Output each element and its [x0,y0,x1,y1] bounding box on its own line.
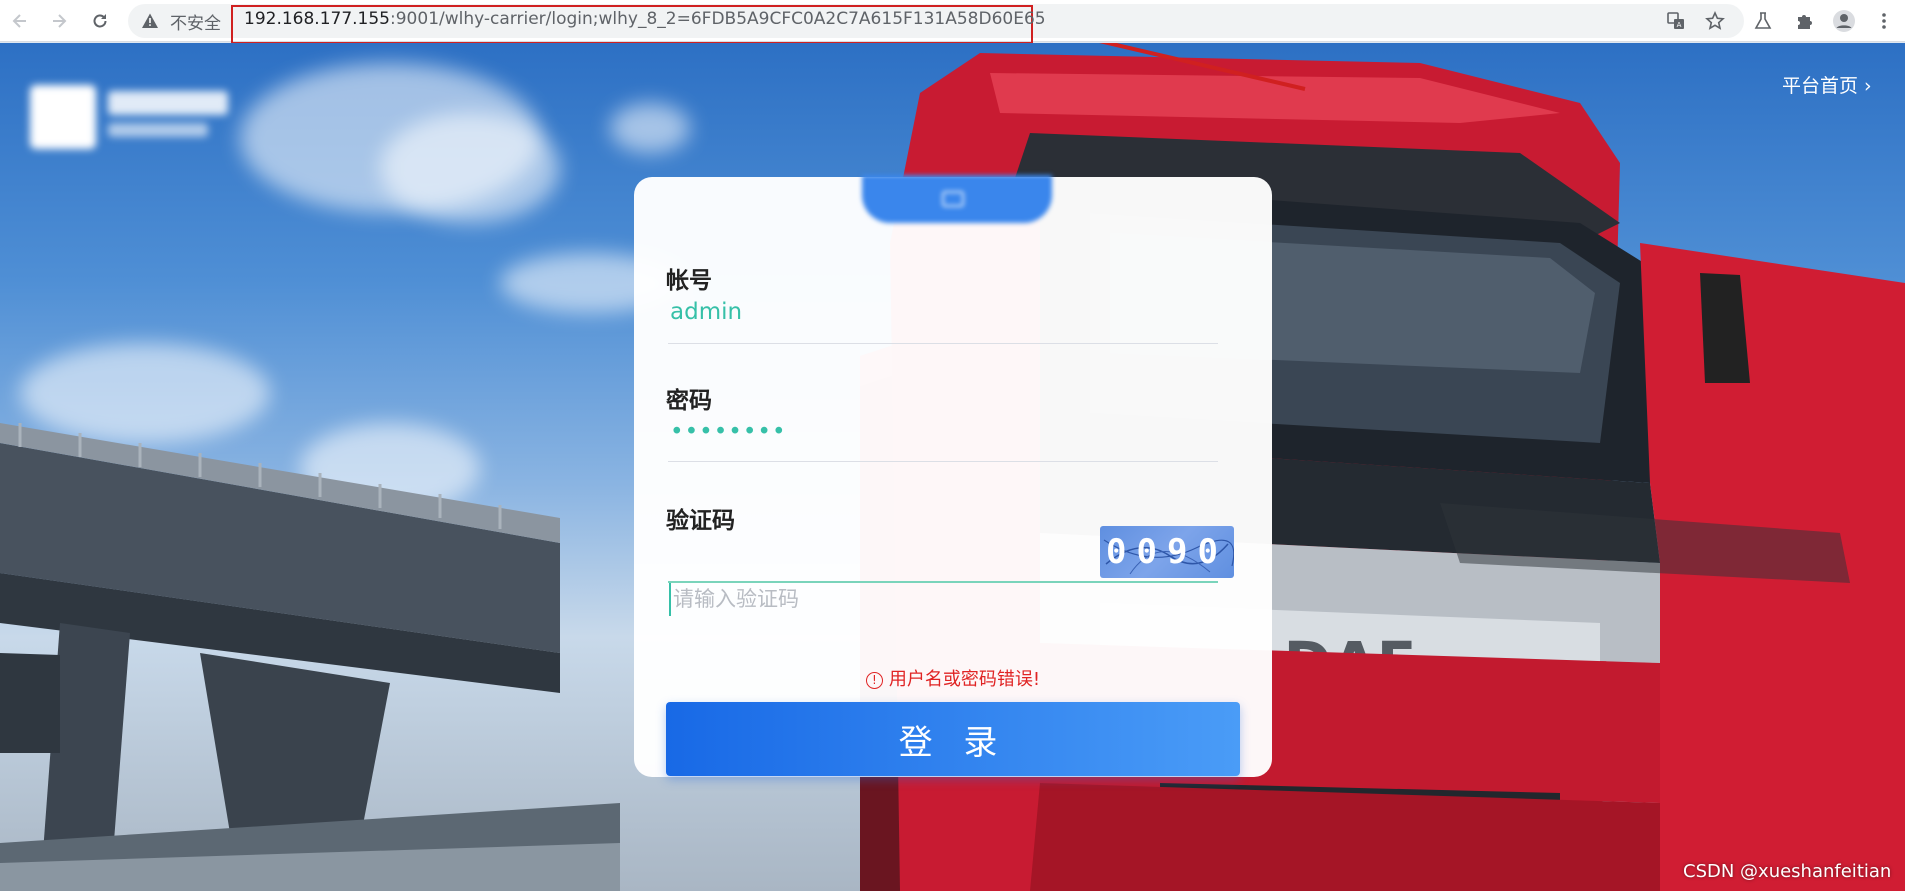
captcha-code: 0090 [1106,532,1228,572]
captcha-input[interactable] [669,582,1069,616]
reload-icon[interactable] [88,9,112,33]
browser-toolbar: 不安全 192.168.177.155:9001/wlhy-carrier/lo… [0,0,1905,44]
password-input[interactable]: •••••••• [670,419,787,445]
logo-mark [30,85,96,149]
error-text: 用户名或密码错误! [888,669,1041,690]
captcha-underline-focused [668,581,1218,583]
login-card: 帐号 admin 密码 •••••••• 验证码 0090 ! 用户名或密码错误!… [634,175,1272,777]
menu-icon[interactable] [1872,9,1896,33]
csdn-watermark: CSDN @xueshanfeitian [1683,861,1892,882]
brand-logo [30,85,250,149]
account-underline [668,343,1218,344]
captcha-label: 验证码 [666,508,735,534]
platform-home-link[interactable]: 平台首页 › [1782,71,1872,98]
scan-icon [942,191,964,207]
security-label[interactable]: 不安全 [170,9,221,34]
error-message: ! 用户名或密码错误! [634,665,1272,691]
login-page: DAF 平台首页 › 帐号 admin 密码 •••••••• 验证码 [0,43,1905,891]
password-label: 密码 [666,388,712,414]
logo-title-blurred [108,91,228,115]
star-icon[interactable] [1703,9,1727,33]
extensions-icon[interactable] [1793,9,1817,33]
error-icon: ! [865,672,883,689]
cloud [610,103,690,153]
profile-icon[interactable] [1832,9,1856,33]
translate-icon[interactable]: A [1664,9,1688,33]
login-mode-tab-blurred[interactable] [862,175,1052,223]
cloud [380,113,560,223]
url-text[interactable]: 192.168.177.155:9001/wlhy-carrier/login;… [244,9,1046,29]
logo-subtitle-blurred [108,123,208,137]
annotation-arrow [1099,43,1306,91]
url-path: :9001/wlhy-carrier/login;wlhy_8_2=6FDB5A… [390,9,1046,29]
captcha-image[interactable]: 0090 [1100,526,1234,578]
account-input[interactable]: admin [670,299,742,325]
svg-text:A: A [1677,21,1682,29]
login-button[interactable]: 登 录 [666,702,1240,776]
password-underline [668,461,1218,462]
url-host: 192.168.177.155 [244,9,391,29]
account-label: 帐号 [666,268,712,294]
forward-icon[interactable] [47,9,71,33]
highway-bridge-illustration [0,423,620,891]
back-icon[interactable] [8,9,32,33]
labs-icon[interactable] [1751,9,1775,33]
warning-icon[interactable] [141,12,159,34]
